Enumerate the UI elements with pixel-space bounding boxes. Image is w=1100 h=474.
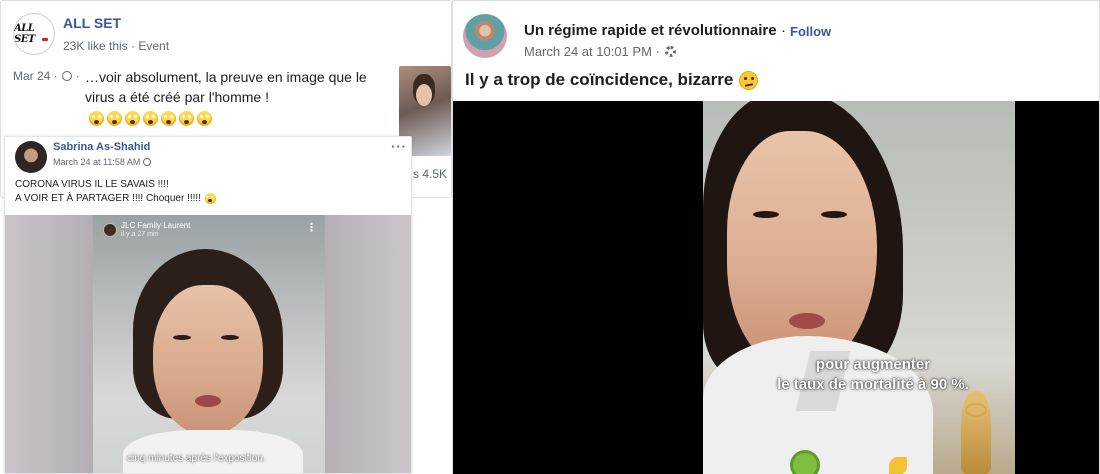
snap-user-avatar <box>103 223 117 237</box>
regime-video[interactable]: pour augmenter le taux de mortalité à 90… <box>453 101 1099 474</box>
video-person-face <box>153 285 263 435</box>
face-screaming-emoji-icon <box>197 110 212 126</box>
regime-post-meta[interactable]: March 24 at 10:01 PM · <box>524 44 676 59</box>
video-virus-graphic <box>793 453 817 474</box>
video-person-mouth <box>789 313 825 329</box>
regime-caption-line2: le taux de mortalité à 90 %. <box>777 376 969 393</box>
regime-video-caption: pour augmenter le taux de mortalité à 90… <box>743 355 1003 395</box>
globe-icon <box>143 158 152 166</box>
allset-page-avatar[interactable]: ALL SET <box>13 13 55 55</box>
regime-post-text: Il y a trop de coïncidence, bizarre <box>465 70 759 90</box>
video-person-eye <box>221 335 239 340</box>
face-screaming-emoji-icon <box>143 110 158 126</box>
sabrina-post-meta[interactable]: March 24 at 11:58 AM <box>53 157 152 167</box>
video-person-coat <box>123 430 303 473</box>
allset-logo-text: ALL SET <box>14 23 35 45</box>
regime-page-name[interactable]: Un régime rapide et révolutionnaire <box>524 22 777 39</box>
globe-icon <box>61 71 72 81</box>
allset-text-line1: …voir absolument, la preuve en image que… <box>85 69 367 85</box>
regime-post-card: Un régime rapide et révolutionnaire · Fo… <box>452 0 1100 474</box>
allset-page-meta: 23K like this · Event <box>63 39 170 53</box>
face-screaming-emoji-icon <box>161 110 176 126</box>
snap-user-name: JLC Family Laurent <box>121 221 191 230</box>
snap-user-time: il y a 27 min <box>121 231 159 238</box>
sabrina-video[interactable]: JLC Family Laurent il y a 27 min ⋮ cinq … <box>5 215 411 473</box>
sabrina-text-line1: CORONA VIRUS IL LE SAVAIS !!!! <box>15 179 169 190</box>
regime-separator: · <box>781 22 786 39</box>
allset-page-name[interactable]: ALL SET <box>63 15 121 31</box>
sabrina-author-name[interactable]: Sabrina As-Shahid <box>53 141 150 153</box>
allset-date-text: Mar 24 · <box>13 69 58 83</box>
sabrina-video-frame: JLC Family Laurent il y a 27 min ⋮ <box>93 215 325 473</box>
sabrina-timestamp: March 24 at 11:58 AM <box>53 157 141 167</box>
sabrina-text-line2: A VOIR ET À PARTAGER !!!! Choquer !!!!! <box>15 193 201 204</box>
regime-timestamp: March 24 at 10:01 PM · <box>524 44 660 59</box>
follow-button[interactable]: Follow <box>790 24 831 39</box>
sabrina-video-caption: cinq minutes après l'exposition. <box>127 453 266 464</box>
video-person-mouth <box>195 395 221 407</box>
video-person-eye <box>821 211 847 218</box>
allset-post-date[interactable]: Mar 24 · · <box>13 69 80 83</box>
regime-page-avatar[interactable] <box>463 14 507 58</box>
face-screaming-emoji-icon <box>179 110 194 126</box>
regime-video-frame <box>703 101 1015 474</box>
regime-caption-line1: pour augmenter <box>815 356 931 373</box>
allset-date-dot: · <box>75 69 80 83</box>
snap-more-icon: ⋮ <box>306 222 317 234</box>
sabrina-post-card: Sabrina As-Shahid March 24 at 11:58 AM ·… <box>4 136 412 474</box>
video-decor-ring <box>965 403 987 417</box>
sabrina-text-line2-wrap: A VOIR ET À PARTAGER !!!! Choquer !!!!! <box>15 193 216 204</box>
video-person-eye <box>173 335 191 340</box>
allset-text-line2-wrap: virus a été créé par l'homme ! <box>85 87 385 127</box>
face-screaming-emoji-icon <box>125 110 140 126</box>
allset-logo-mark <box>42 38 48 41</box>
video-leaf-graphic <box>889 457 907 474</box>
gear-icon <box>664 46 676 57</box>
video-person-face <box>727 131 877 371</box>
allset-share-count[interactable]: s 4.5K <box>413 167 447 181</box>
face-screaming-emoji-icon <box>89 110 104 126</box>
screaming-emoji-row <box>89 110 212 126</box>
allset-post-text: …voir absolument, la preuve en image que… <box>85 67 385 127</box>
more-options-icon[interactable]: ··· <box>391 139 407 154</box>
thinking-face-emoji-icon <box>739 70 759 90</box>
video-person-eye <box>753 211 779 218</box>
face-screaming-emoji-icon <box>107 110 122 126</box>
allset-text-line2: virus a été créé par l'homme ! <box>85 89 269 105</box>
face-screaming-emoji-icon <box>205 193 216 204</box>
sabrina-avatar[interactable] <box>15 141 47 173</box>
regime-text: Il y a trop de coïncidence, bizarre <box>465 70 734 89</box>
